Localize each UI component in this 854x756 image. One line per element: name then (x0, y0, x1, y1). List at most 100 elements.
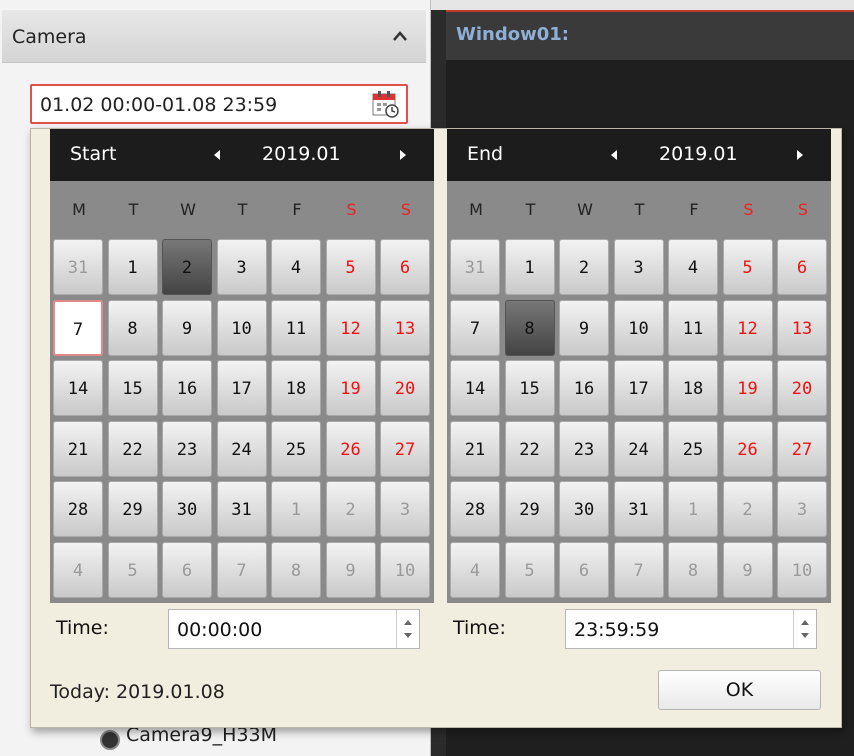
end-day-cell[interactable]: 28 (450, 481, 500, 537)
start-day-cell[interactable]: 5 (325, 239, 376, 295)
end-day-cell[interactable]: 21 (450, 420, 500, 477)
end-day-cell[interactable]: 30 (559, 481, 609, 537)
calendar-icon[interactable] (370, 89, 400, 119)
start-day-cell[interactable]: 10 (216, 299, 267, 356)
start-day-cell[interactable]: 4 (271, 239, 321, 295)
camera-section-header[interactable]: Camera (2, 10, 426, 63)
end-day-cell[interactable]: 31 (450, 239, 500, 295)
end-time-spinner[interactable] (793, 610, 816, 648)
start-day-cell[interactable]: 29 (107, 481, 158, 537)
start-day-cell[interactable]: 31 (216, 481, 267, 537)
end-day-cell[interactable]: 6 (777, 239, 827, 295)
start-day-cell[interactable]: 20 (380, 360, 430, 416)
end-day-cell[interactable]: 6 (559, 541, 609, 598)
next-month-icon[interactable] (789, 145, 809, 165)
end-day-cell[interactable]: 25 (668, 420, 718, 477)
end-day-cell[interactable]: 26 (722, 420, 773, 477)
start-day-cell[interactable]: 9 (162, 299, 212, 356)
start-day-cell[interactable]: 24 (216, 420, 267, 477)
spin-down-icon[interactable] (800, 632, 810, 640)
end-day-cell[interactable]: 18 (668, 360, 718, 416)
start-day-cell[interactable]: 7 (53, 299, 103, 356)
start-day-cell[interactable]: 4 (53, 541, 103, 598)
end-day-cell[interactable]: 27 (777, 420, 827, 477)
end-day-cell[interactable]: 10 (613, 299, 664, 356)
start-day-cell[interactable]: 27 (380, 420, 430, 477)
spin-up-icon[interactable] (403, 618, 413, 626)
end-day-cell[interactable]: 23 (559, 420, 609, 477)
ok-button[interactable]: OK (658, 670, 821, 710)
start-time-spinner[interactable] (396, 610, 419, 648)
end-day-cell[interactable]: 29 (504, 481, 555, 537)
end-day-cell[interactable]: 9 (722, 541, 773, 598)
prev-month-icon[interactable] (208, 145, 228, 165)
spin-down-icon[interactable] (403, 632, 413, 640)
end-day-cell[interactable]: 19 (722, 360, 773, 416)
end-day-cell[interactable]: 22 (504, 420, 555, 477)
end-day-cell[interactable]: 17 (613, 360, 664, 416)
start-day-cell[interactable]: 12 (325, 299, 376, 356)
start-day-cell[interactable]: 6 (162, 541, 212, 598)
end-day-cell[interactable]: 11 (668, 299, 718, 356)
end-day-cell[interactable]: 24 (613, 420, 664, 477)
end-day-cell[interactable]: 10 (777, 541, 827, 598)
start-day-cell[interactable]: 2 (162, 239, 212, 295)
end-day-cell[interactable]: 4 (450, 541, 500, 598)
end-day-cell[interactable]: 2 (722, 481, 773, 537)
start-day-cell[interactable]: 30 (162, 481, 212, 537)
today-text[interactable]: Today: 2019.01.08 (50, 681, 225, 703)
start-day-cell[interactable]: 23 (162, 420, 212, 477)
end-time-field[interactable]: 23:59:59 (565, 609, 817, 649)
end-day-cell[interactable]: 1 (668, 481, 718, 537)
end-day-cell[interactable]: 20 (777, 360, 827, 416)
end-day-cell[interactable]: 7 (450, 299, 500, 356)
start-day-cell[interactable]: 31 (53, 239, 103, 295)
end-day-cell[interactable]: 7 (613, 541, 664, 598)
start-day-cell[interactable]: 18 (271, 360, 321, 416)
start-day-cell[interactable]: 1 (271, 481, 321, 537)
start-day-cell[interactable]: 5 (107, 541, 158, 598)
date-range-input[interactable]: 01.02 00:00-01.08 23:59 (30, 84, 408, 124)
start-day-cell[interactable]: 3 (216, 239, 267, 295)
end-day-cell[interactable]: 5 (722, 239, 773, 295)
end-day-cell[interactable]: 3 (777, 481, 827, 537)
start-day-cell[interactable]: 15 (107, 360, 158, 416)
start-day-cell[interactable]: 11 (271, 299, 321, 356)
start-day-cell[interactable]: 28 (53, 481, 103, 537)
end-day-cell[interactable]: 31 (613, 481, 664, 537)
start-day-cell[interactable]: 26 (325, 420, 376, 477)
end-day-cell[interactable]: 1 (504, 239, 555, 295)
next-month-icon[interactable] (392, 145, 412, 165)
start-day-cell[interactable]: 7 (216, 541, 267, 598)
end-day-cell[interactable]: 9 (559, 299, 609, 356)
end-day-cell[interactable]: 14 (450, 360, 500, 416)
end-day-cell[interactable]: 2 (559, 239, 609, 295)
start-day-cell[interactable]: 8 (271, 541, 321, 598)
end-day-cell[interactable]: 8 (668, 541, 718, 598)
end-day-cell[interactable]: 3 (613, 239, 664, 295)
start-day-cell[interactable]: 2 (325, 481, 376, 537)
collapse-up-icon[interactable] (392, 30, 408, 42)
prev-month-icon[interactable] (605, 145, 625, 165)
start-day-cell[interactable]: 8 (107, 299, 158, 356)
start-day-cell[interactable]: 19 (325, 360, 376, 416)
start-day-cell[interactable]: 13 (380, 299, 430, 356)
end-day-cell[interactable]: 16 (559, 360, 609, 416)
end-day-cell[interactable]: 13 (777, 299, 827, 356)
start-day-cell[interactable]: 22 (107, 420, 158, 477)
start-day-cell[interactable]: 3 (380, 481, 430, 537)
start-day-cell[interactable]: 10 (380, 541, 430, 598)
spin-up-icon[interactable] (800, 618, 810, 626)
start-day-cell[interactable]: 16 (162, 360, 212, 416)
end-day-cell[interactable]: 5 (504, 541, 555, 598)
start-day-cell[interactable]: 17 (216, 360, 267, 416)
start-day-cell[interactable]: 21 (53, 420, 103, 477)
start-day-cell[interactable]: 9 (325, 541, 376, 598)
start-day-cell[interactable]: 14 (53, 360, 103, 416)
end-day-cell[interactable]: 12 (722, 299, 773, 356)
end-day-cell[interactable]: 8 (504, 299, 555, 356)
end-day-cell[interactable]: 4 (668, 239, 718, 295)
start-time-field[interactable]: 00:00:00 (168, 609, 420, 649)
start-day-cell[interactable]: 25 (271, 420, 321, 477)
start-day-cell[interactable]: 6 (380, 239, 430, 295)
